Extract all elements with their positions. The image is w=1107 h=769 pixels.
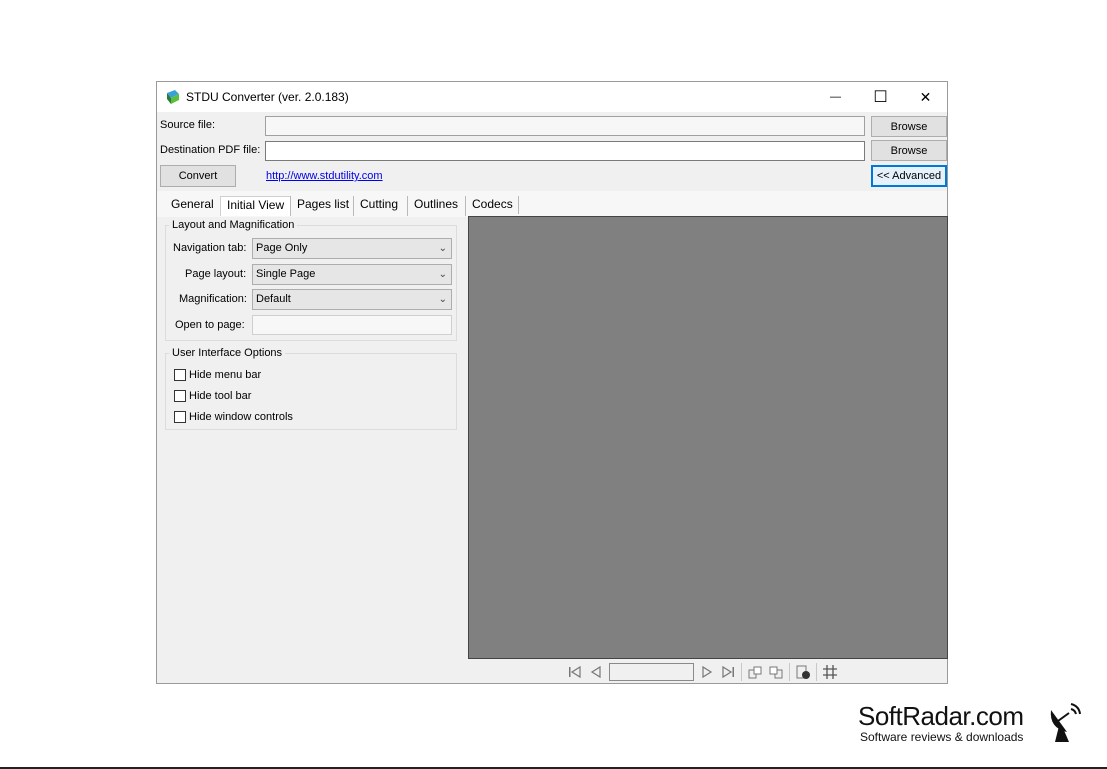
toolbar-separator <box>816 663 817 681</box>
source-file-label: Source file: <box>160 119 216 131</box>
hide-window-controls-option[interactable]: Hide window controls <box>174 411 293 423</box>
hide-tool-bar-checkbox[interactable] <box>174 390 186 402</box>
chevron-down-icon: ⌄ <box>438 243 447 254</box>
grid-icon[interactable] <box>822 664 838 680</box>
softradar-watermark: SoftRadar.com Software reviews & downloa… <box>858 702 1058 744</box>
destination-browse-button[interactable]: Browse <box>871 140 947 161</box>
first-page-icon[interactable] <box>567 664 583 680</box>
browse-label: Browse <box>890 120 928 133</box>
source-file-input[interactable] <box>265 116 865 136</box>
hide-window-controls-label: Hide window controls <box>189 411 293 423</box>
page-layout-value: Single Page <box>256 268 316 280</box>
tab-cutting[interactable]: Cutting <box>353 196 404 216</box>
rotate-left-icon[interactable] <box>747 664 763 680</box>
layout-group-title: Layout and Magnification <box>169 219 298 231</box>
watermark-tagline: Software reviews & downloads <box>860 730 1024 744</box>
magnification-select[interactable]: Default ⌄ <box>252 289 452 310</box>
preview-pane <box>468 216 948 659</box>
maximize-icon: ☐ <box>873 89 888 106</box>
tab-outlines[interactable]: Outlines <box>407 196 464 216</box>
rotate-right-icon[interactable] <box>768 664 784 680</box>
chevron-down-icon: ⌄ <box>438 269 447 280</box>
navigation-tab-value: Page Only <box>256 242 308 254</box>
app-logo-icon <box>167 90 179 104</box>
window-title: STDU Converter (ver. 2.0.183) <box>186 90 349 104</box>
page-number-input[interactable] <box>609 663 694 681</box>
toolbar-separator <box>741 663 742 681</box>
navigation-tab-label: Navigation tab: <box>173 242 247 254</box>
open-to-page-input[interactable] <box>252 315 452 335</box>
page-layout-label: Page layout: <box>185 268 247 280</box>
tab-pages-list[interactable]: Pages list <box>290 196 355 216</box>
maximize-button[interactable]: ☐ <box>858 82 903 112</box>
minimize-icon: — <box>830 91 841 103</box>
next-page-icon[interactable] <box>699 664 715 680</box>
convert-button[interactable]: Convert <box>160 165 236 187</box>
navigation-tab-select[interactable]: Page Only ⌄ <box>252 238 452 259</box>
hide-tool-bar-option[interactable]: Hide tool bar <box>174 390 251 402</box>
title-bar[interactable]: STDU Converter (ver. 2.0.183) — ☐ ✕ <box>157 82 947 112</box>
tab-general[interactable]: General <box>165 196 220 216</box>
advanced-label: << Advanced <box>876 170 942 182</box>
destination-file-input[interactable] <box>265 141 865 161</box>
source-browse-button[interactable]: Browse <box>871 116 947 137</box>
minimize-button[interactable]: — <box>813 82 858 112</box>
preview-toolbar <box>567 662 838 682</box>
hide-menu-bar-option[interactable]: Hide menu bar <box>174 369 261 381</box>
prev-page-icon[interactable] <box>588 664 604 680</box>
tab-initial-view[interactable]: Initial View <box>220 196 292 216</box>
close-icon: ✕ <box>919 88 932 105</box>
hide-menu-bar-label: Hide menu bar <box>189 369 262 381</box>
website-link[interactable]: http://www.stdutility.com <box>266 170 383 182</box>
tab-end-divider <box>518 196 519 214</box>
watermark-brand: SoftRadar.com <box>858 701 1024 731</box>
convert-label: Convert <box>178 170 218 182</box>
app-window: STDU Converter (ver. 2.0.183) — ☐ ✕ Sour… <box>156 81 948 684</box>
close-button[interactable]: ✕ <box>903 82 948 112</box>
last-page-icon[interactable] <box>720 664 736 680</box>
destination-file-label: Destination PDF file: <box>160 144 261 156</box>
magnification-label: Magnification: <box>179 293 247 305</box>
hide-menu-bar-checkbox[interactable] <box>174 369 186 381</box>
satellite-dish-icon <box>1050 703 1081 742</box>
open-to-page-label: Open to page: <box>175 319 245 331</box>
toolbar-separator <box>789 663 790 681</box>
contrast-icon[interactable] <box>795 664 811 680</box>
hide-tool-bar-label: Hide tool bar <box>189 390 252 402</box>
magnification-value: Default <box>256 293 291 305</box>
chevron-down-icon: ⌄ <box>438 294 447 305</box>
tab-codecs[interactable]: Codecs <box>465 196 519 216</box>
page-layout-select[interactable]: Single Page ⌄ <box>252 264 452 285</box>
ui-group-title: User Interface Options <box>169 347 286 359</box>
browse-label: Browse <box>890 144 928 157</box>
advanced-button[interactable]: << Advanced <box>871 165 947 187</box>
hide-window-controls-checkbox[interactable] <box>174 411 186 423</box>
